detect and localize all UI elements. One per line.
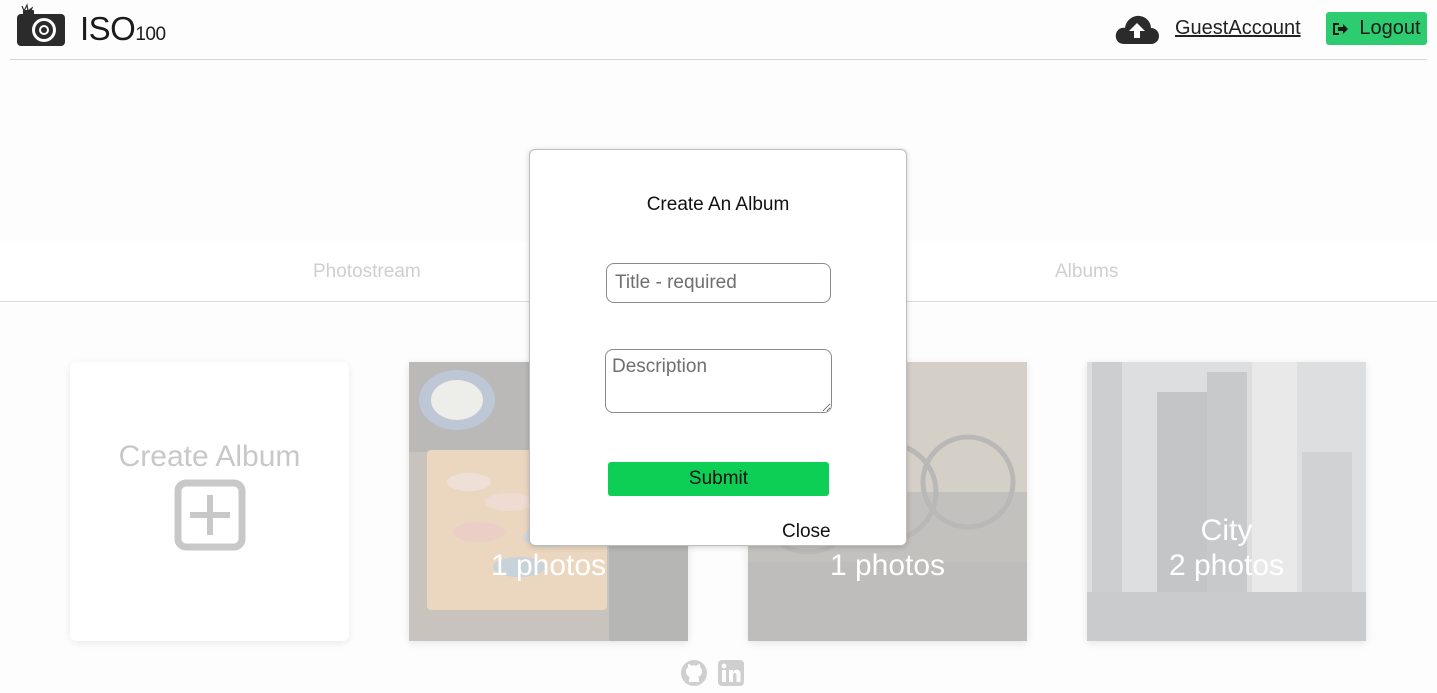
tab-albums[interactable]: Albums xyxy=(1055,261,1118,283)
logout-button[interactable]: Logout xyxy=(1326,12,1427,45)
album-title: City xyxy=(1200,514,1253,547)
close-button[interactable]: Close xyxy=(782,521,831,543)
plus-square-icon xyxy=(174,479,246,551)
brand-logo-text[interactable]: ISO100 xyxy=(80,10,166,48)
top-header: ISO100 GuestAccount Logout xyxy=(0,0,1437,60)
linkedin-icon[interactable] xyxy=(717,659,745,687)
album-overlay xyxy=(1087,362,1366,641)
album-card[interactable]: City 2 photos xyxy=(1087,362,1366,641)
header-divider xyxy=(10,59,1427,60)
camera-logo-icon[interactable] xyxy=(14,2,68,48)
github-icon[interactable] xyxy=(680,659,708,687)
create-album-card[interactable]: Create Album xyxy=(70,362,349,641)
album-photo-count: 2 photos xyxy=(1168,549,1285,582)
create-album-label: Create Album xyxy=(118,440,301,473)
modal-title: Create An Album xyxy=(646,194,790,215)
album-title-input[interactable] xyxy=(606,263,831,303)
brand-suffix: 100 xyxy=(135,24,166,45)
cloud-upload-icon[interactable] xyxy=(1114,12,1160,46)
create-album-modal: Create An Album Submit Close xyxy=(529,149,907,546)
album-description-input[interactable] xyxy=(605,349,832,413)
brand-name: ISO xyxy=(80,10,136,47)
account-link[interactable]: GuestAccount xyxy=(1175,17,1301,40)
logout-icon xyxy=(1333,22,1349,35)
submit-button[interactable]: Submit xyxy=(608,462,829,496)
album-photo-count: 1 photos xyxy=(490,549,607,582)
album-photo-count: 1 photos xyxy=(829,549,946,582)
tab-photostream[interactable]: Photostream xyxy=(313,261,421,283)
logout-label: Logout xyxy=(1359,17,1421,39)
